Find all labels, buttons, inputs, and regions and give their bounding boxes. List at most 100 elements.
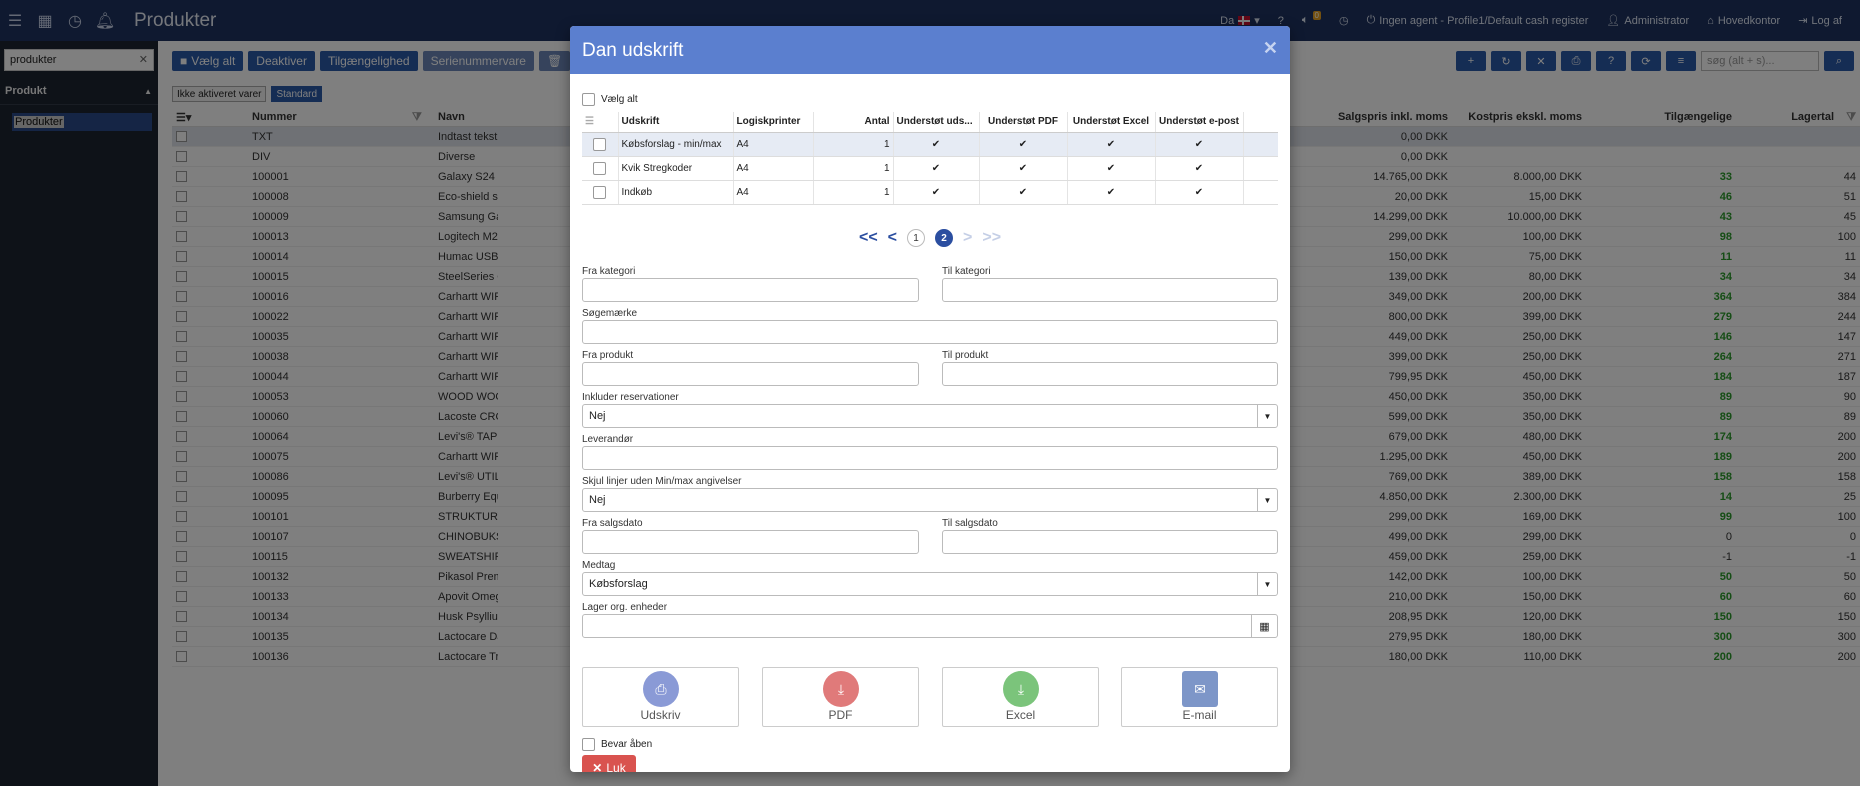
check-icon: ✔	[1155, 180, 1244, 205]
first-page-button[interactable]: <<	[859, 229, 878, 247]
print-table-body: Købsforslag - min/max A4 1 ✔ ✔ ✔ ✔ Kvik Stregko…	[582, 132, 1278, 205]
to-sales-date-input[interactable]	[942, 530, 1278, 554]
to-sales-date-label: Til salgsdato	[942, 518, 998, 529]
check-icon: ✔	[1067, 132, 1156, 157]
hide-lines-label: Skjul linjer uden Min/max angivelser	[582, 476, 742, 487]
print-row[interactable]: Kvik Stregkoder A4 1 ✔ ✔ ✔ ✔	[582, 156, 1278, 181]
check-icon: ✔	[1155, 156, 1244, 181]
to-category-label: Til kategori	[942, 266, 991, 277]
email-action-label: E-mail	[1182, 708, 1217, 722]
column-support-print[interactable]: Understøt uds...	[893, 112, 980, 133]
cell-printer: A4	[733, 180, 814, 205]
excel-action-label: Excel	[1005, 708, 1036, 722]
printer-icon: ⎙	[643, 671, 679, 707]
column-printer[interactable]: Logiskprinter	[733, 112, 814, 133]
close-icon[interactable]: ✕	[1263, 38, 1278, 59]
cell-count: 1	[813, 180, 894, 205]
cell-print-name: Kvik Stregkoder	[618, 156, 734, 181]
calendar-icon[interactable]: ▦	[1251, 615, 1277, 637]
hide-lines-select[interactable]: Nej ▼	[582, 488, 1278, 512]
print-dialog: Dan udskrift ✕ Vælg alt ☰ Udskrift Logis…	[570, 26, 1290, 772]
include-select[interactable]: Købsforslag ▼	[582, 572, 1278, 596]
column-support-excel[interactable]: Understøt Excel	[1067, 112, 1156, 133]
from-category-label: Fra kategori	[582, 266, 636, 277]
check-icon: ✔	[893, 180, 980, 205]
select-all-checkbox[interactable]	[582, 93, 595, 106]
cell-print-name: Købsforslag - min/max	[618, 132, 734, 157]
from-sales-date-input[interactable]	[582, 530, 919, 554]
pdf-action-button[interactable]: ⤓ PDF	[762, 667, 919, 727]
next-page-button[interactable]: >	[963, 229, 972, 247]
close-label: Luk	[606, 761, 626, 772]
stock-org-label: Lager org. enheder	[582, 602, 668, 613]
keep-open-label: Bevar åben	[601, 739, 653, 750]
pagination: << < 1 2 > >>	[582, 229, 1278, 247]
excel-action-button[interactable]: ⤓ Excel	[942, 667, 1099, 727]
cell-printer: A4	[733, 132, 814, 157]
chevron-down-icon: ▼	[1257, 489, 1277, 511]
close-icon: ✕	[592, 761, 603, 772]
from-category-input[interactable]	[582, 278, 919, 302]
print-action-label: Udskriv	[640, 708, 681, 722]
to-category-input[interactable]	[942, 278, 1278, 302]
include-value: Købsforslag	[589, 578, 648, 590]
pdf-action-label: PDF	[828, 708, 853, 722]
include-reservations-label: Inkluder reservationer	[582, 392, 679, 403]
print-action-button[interactable]: ⎙ Udskriv	[582, 667, 739, 727]
search-mark-input[interactable]	[582, 320, 1278, 344]
include-label: Medtag	[582, 560, 616, 571]
check-icon: ✔	[893, 156, 980, 181]
select-all-label: Vælg alt	[601, 94, 638, 105]
column-support-pdf[interactable]: Understøt PDF	[979, 112, 1068, 133]
pdf-file-icon: ⤓	[823, 671, 859, 707]
from-sales-date-label: Fra salgsdato	[582, 518, 643, 529]
supplier-label: Leverandør	[582, 434, 634, 445]
print-row[interactable]: Købsforslag - min/max A4 1 ✔ ✔ ✔ ✔	[582, 132, 1278, 157]
from-product-label: Fra produkt	[582, 350, 634, 361]
row-checkbox[interactable]	[593, 161, 607, 175]
from-product-input[interactable]	[582, 362, 919, 386]
search-mark-label: Søgemærke	[582, 308, 638, 319]
keep-open-checkbox[interactable]	[582, 738, 595, 751]
check-icon: ✔	[1067, 180, 1156, 205]
column-print[interactable]: Udskrift	[618, 112, 734, 133]
check-icon: ✔	[893, 132, 980, 157]
column-menu-icon[interactable]: ☰	[582, 112, 619, 133]
check-icon: ✔	[979, 132, 1068, 157]
row-checkbox[interactable]	[593, 137, 607, 151]
check-icon: ✔	[1155, 132, 1244, 157]
keep-open-row[interactable]: Bevar åben	[582, 738, 652, 751]
select-all-row[interactable]: Vælg alt	[582, 93, 638, 106]
chevron-down-icon: ▼	[1257, 405, 1277, 427]
include-reservations-value: Nej	[589, 410, 606, 422]
close-button[interactable]: ✕ Luk	[582, 755, 636, 772]
check-icon: ✔	[1067, 156, 1156, 181]
include-reservations-select[interactable]: Nej ▼	[582, 404, 1278, 428]
last-page-button[interactable]: >>	[982, 229, 1001, 247]
cell-count: 1	[813, 156, 894, 181]
page-2-button[interactable]: 2	[935, 229, 953, 247]
supplier-input[interactable]	[582, 446, 1278, 470]
check-icon: ✔	[979, 156, 1068, 181]
check-icon: ✔	[979, 180, 1068, 205]
row-checkbox[interactable]	[593, 185, 607, 199]
cell-printer: A4	[733, 156, 814, 181]
to-product-input[interactable]	[942, 362, 1278, 386]
dialog-header: Dan udskrift ✕	[570, 26, 1290, 74]
chevron-down-icon: ▼	[1257, 573, 1277, 595]
cell-count: 1	[813, 132, 894, 157]
email-action-button[interactable]: ✉ E-mail	[1121, 667, 1278, 727]
column-count[interactable]: Antal	[813, 112, 894, 133]
print-row[interactable]: Indkøb A4 1 ✔ ✔ ✔ ✔	[582, 180, 1278, 205]
stock-org-input[interactable]: ▦	[582, 614, 1278, 638]
dialog-title: Dan udskrift	[582, 40, 684, 61]
prev-page-button[interactable]: <	[888, 229, 897, 247]
column-support-email[interactable]: Understøt e-post	[1155, 112, 1244, 133]
hide-lines-value: Nej	[589, 494, 606, 506]
cell-print-name: Indkøb	[618, 180, 734, 205]
to-product-label: Til produkt	[942, 350, 989, 361]
page-1-button[interactable]: 1	[907, 229, 925, 247]
excel-file-icon: ⤓	[1003, 671, 1039, 707]
print-table: ☰ Udskrift Logiskprinter Antal Understøt…	[582, 112, 1278, 205]
envelope-icon: ✉	[1182, 671, 1218, 707]
